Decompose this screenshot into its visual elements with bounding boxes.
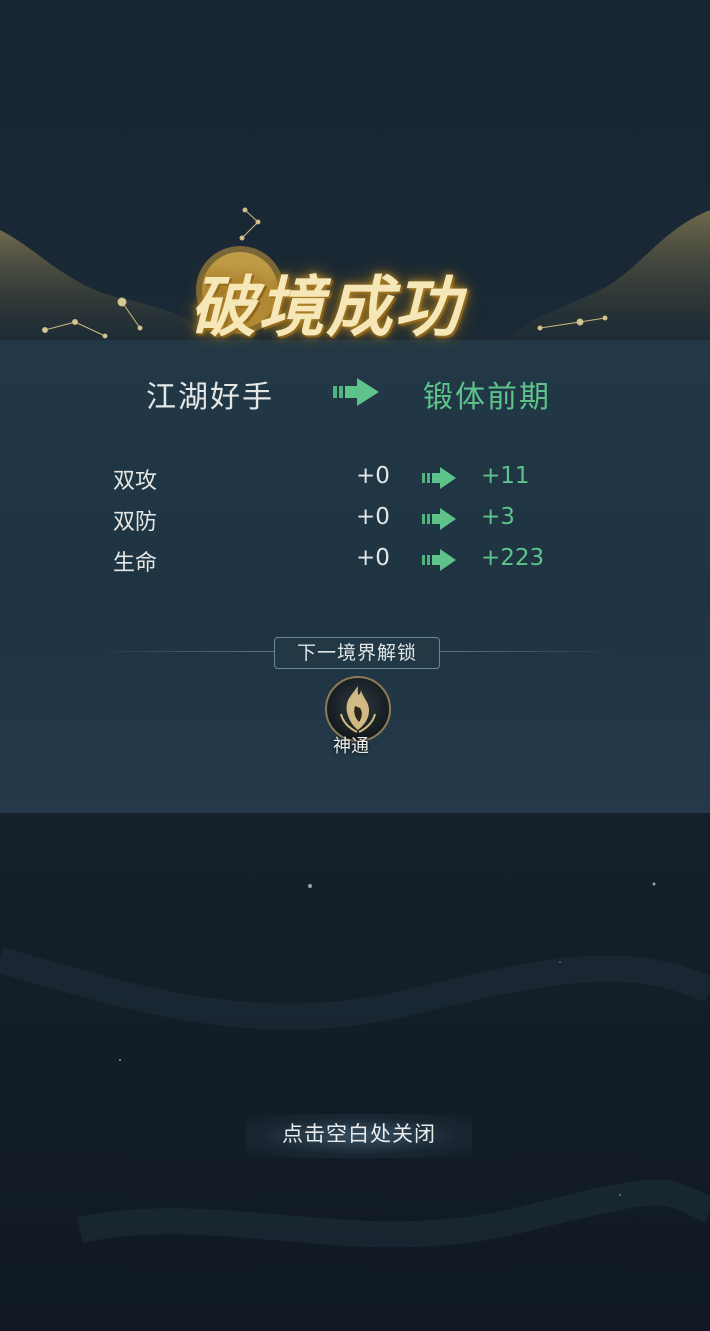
stat-new-value: +11	[481, 463, 530, 489]
realm-change-row: 江湖好手 锻体前期	[0, 366, 710, 418]
divider-left	[95, 651, 275, 652]
realm-from: 江湖好手	[146, 380, 274, 415]
stat-label: 生命	[113, 551, 158, 576]
realm-to: 锻体前期	[423, 380, 551, 415]
skill-name: 神通	[333, 736, 369, 757]
stat-label: 双防	[113, 510, 158, 535]
arrow-right-icon	[333, 378, 379, 406]
stat-old-value: +0	[356, 545, 390, 571]
page-title: 破境成功	[190, 268, 462, 346]
stat-row-attack: 双攻 +0 +11	[0, 459, 710, 495]
unlock-section-label: 下一境界解锁	[274, 637, 440, 669]
stat-old-value: +0	[356, 504, 390, 530]
close-hint-button[interactable]: 点击空白处关闭	[246, 1114, 472, 1158]
stat-new-value: +3	[481, 504, 515, 530]
arrow-right-icon	[422, 549, 456, 571]
arrow-right-icon	[422, 508, 456, 530]
arrow-right-icon	[422, 467, 456, 489]
stat-row-defense: 双防 +0 +3	[0, 500, 710, 536]
stat-old-value: +0	[356, 463, 390, 489]
stat-label: 双攻	[113, 469, 158, 494]
stat-row-hp: 生命 +0 +223	[0, 541, 710, 577]
divider-right	[438, 651, 618, 652]
flame-spirit-icon	[340, 686, 376, 733]
stat-new-value: +223	[481, 545, 545, 571]
